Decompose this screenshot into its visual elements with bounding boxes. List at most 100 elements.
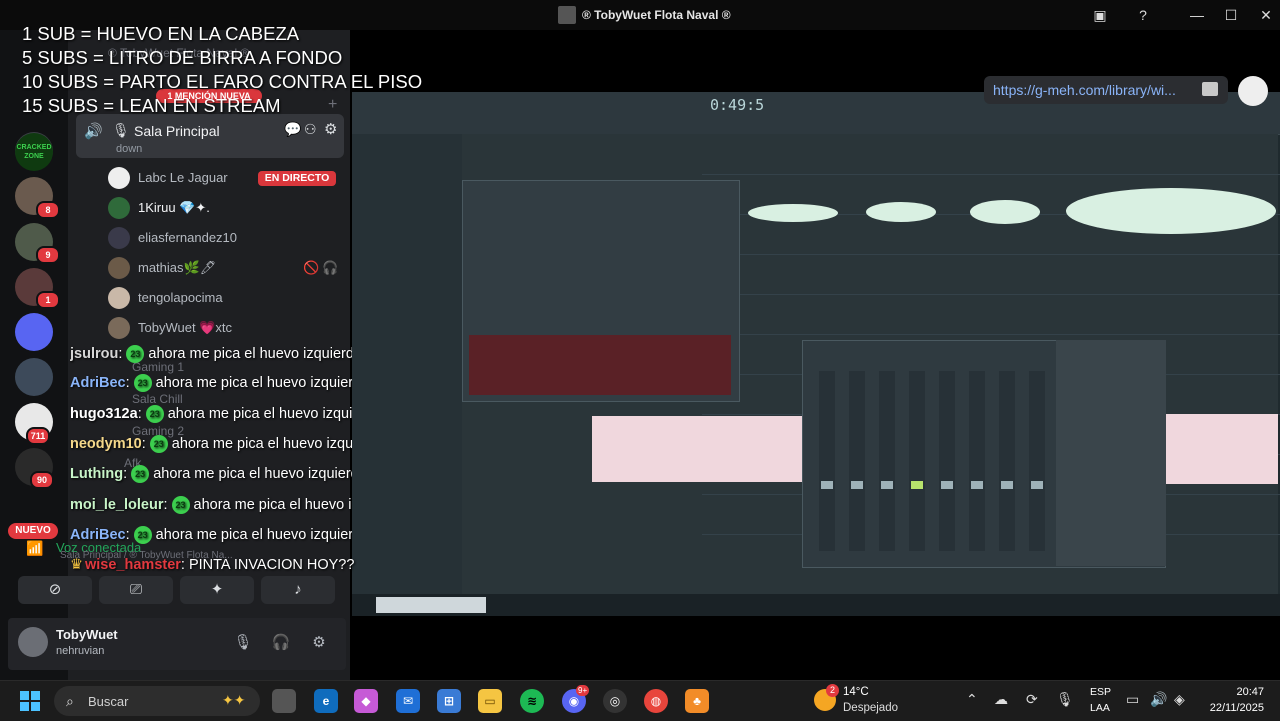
chat-user: neodym10 bbox=[70, 436, 142, 452]
avatar bbox=[108, 257, 130, 279]
mic-tray-icon[interactable]: 🎙 bbox=[1056, 691, 1074, 708]
emote-icon: 23 bbox=[126, 345, 145, 364]
url-text: https://g-meh.com/library/wi... bbox=[993, 82, 1176, 98]
emote-icon: 23 bbox=[149, 435, 168, 454]
voice-user-name: tengolapocima bbox=[138, 290, 223, 305]
fl-studio-icon[interactable]: ♣ bbox=[685, 689, 709, 713]
store-icon[interactable]: ⊞ bbox=[437, 689, 461, 713]
screen-share-button[interactable]: ⎚ bbox=[99, 576, 173, 604]
language-bottom[interactable]: LAA bbox=[1090, 702, 1110, 714]
server-badge: 711 bbox=[26, 427, 50, 445]
headphones-icon[interactable]: 🎧 bbox=[270, 632, 292, 654]
signal-icon: 📶 bbox=[26, 540, 44, 556]
audio-clip[interactable] bbox=[1066, 188, 1276, 234]
volume-icon[interactable]: 🔊 bbox=[1150, 691, 1167, 708]
crown-icon: ♛ bbox=[70, 557, 83, 573]
avatar[interactable] bbox=[18, 627, 48, 657]
user-panel: TobyWuet nehruvian 🎙 🎧 ⚙ bbox=[8, 618, 346, 670]
edge-icon[interactable]: e bbox=[314, 689, 338, 713]
emote-icon: 23 bbox=[145, 405, 164, 424]
voice-channel-sala-principal[interactable]: 🔊 🎙 Sala Principal down 💬 ⚇ ⚙ bbox=[76, 114, 344, 158]
server-icon[interactable] bbox=[15, 358, 53, 396]
audio-clip[interactable] bbox=[748, 204, 838, 222]
obs-taskbar-icon[interactable]: ◎ bbox=[603, 689, 627, 713]
language-top[interactable]: ESP bbox=[1090, 686, 1111, 698]
battery-icon[interactable]: ◈ bbox=[1174, 691, 1185, 708]
settings-icon[interactable]: ⚙ bbox=[324, 120, 337, 138]
network-icon[interactable]: ▭ bbox=[1126, 691, 1139, 708]
server-badge: 1 bbox=[36, 291, 60, 309]
maximize-button[interactable]: ☐ bbox=[1219, 4, 1243, 26]
image-icon[interactable] bbox=[1202, 82, 1218, 96]
copilot-sparkle-icon: ✦✦ bbox=[222, 692, 246, 708]
activities-button[interactable]: ✦ bbox=[180, 576, 254, 604]
voice-channel-sub: down bbox=[116, 143, 143, 155]
chat-icon[interactable]: 💬 bbox=[284, 121, 301, 138]
chat-user: AdriBec bbox=[70, 375, 126, 391]
clock-date[interactable]: 22/11/2025 bbox=[1200, 702, 1264, 714]
voice-user[interactable]: tengolapocima bbox=[108, 285, 348, 311]
fl-browser bbox=[352, 134, 462, 594]
fl-taskbar bbox=[352, 594, 1280, 616]
chat-user: moi_le_loleur bbox=[70, 497, 164, 513]
avatar bbox=[108, 287, 130, 309]
outlook-icon[interactable]: ✉ bbox=[396, 689, 420, 713]
search-icon: ⌕ bbox=[66, 693, 74, 709]
audio-clip[interactable] bbox=[1162, 414, 1278, 484]
chevron-up-icon[interactable]: ⌃ bbox=[966, 691, 978, 708]
spotify-icon[interactable]: ≋ bbox=[520, 689, 544, 713]
audio-clip[interactable] bbox=[970, 200, 1040, 224]
mic-icon: 🎙 bbox=[112, 122, 130, 138]
voice-user-name: mathias🌿🖊 bbox=[138, 260, 217, 275]
overlay-line: 1 SUB = HUEVO EN LA CABEZA bbox=[22, 23, 300, 44]
cloud-icon[interactable]: ☁ bbox=[994, 691, 1008, 708]
overlay-line: 15 SUBS = LEAN EN STREAM bbox=[22, 95, 281, 116]
voice-channel-name: Sala Principal bbox=[134, 123, 220, 139]
chat-text: ahora me pica el huevo izquierdo c bbox=[148, 346, 374, 362]
picture-in-picture-icon[interactable]: ▣ bbox=[1088, 4, 1112, 26]
chat-message: ♛ wise_hamster: PINTA INVACION HOY?? bbox=[70, 557, 355, 573]
voice-user-name: Labc Le Jaguar bbox=[138, 170, 228, 185]
fl-taskbar-item[interactable] bbox=[376, 597, 486, 613]
voice-user[interactable]: eliasfernandez10 bbox=[108, 225, 348, 251]
voice-user[interactable]: TobyWuet 💗xtc bbox=[108, 315, 348, 341]
audio-clip[interactable] bbox=[866, 202, 936, 222]
minimize-button[interactable]: — bbox=[1185, 4, 1209, 26]
taskbar: ⌕ Buscar ✦✦ e ◆ ✉ ⊞ ▭ ≋ ◉ 9+ ◎ ◍ ♣ 2 14°… bbox=[0, 680, 1280, 721]
windows-start-icon[interactable] bbox=[20, 691, 40, 711]
invite-icon[interactable]: ⚇ bbox=[304, 121, 317, 138]
chat-user: Luthing bbox=[70, 466, 124, 482]
obs-icon[interactable] bbox=[1238, 76, 1268, 106]
soundboard-button[interactable]: ♪ bbox=[261, 576, 335, 604]
chat-text: ahora me pica el huevo izquierd bbox=[167, 406, 374, 422]
server-badge: 9 bbox=[36, 246, 60, 264]
server-badge: 90 bbox=[30, 471, 54, 489]
server-icon[interactable] bbox=[15, 313, 53, 351]
taskbar-search[interactable]: ⌕ Buscar ✦✦ bbox=[54, 686, 260, 716]
server-badge: 8 bbox=[36, 201, 60, 219]
server-cracked-zone[interactable]: CRACKED ZONE bbox=[15, 133, 53, 171]
fl-plugin-window[interactable] bbox=[462, 180, 740, 402]
help-icon[interactable]: ? bbox=[1131, 4, 1155, 26]
chat-user: wise_hamster bbox=[85, 557, 181, 573]
chat-user: hugo312a bbox=[70, 406, 138, 422]
task-view-icon[interactable] bbox=[272, 689, 296, 713]
close-button[interactable]: ✕ bbox=[1254, 4, 1278, 26]
overlay-line: 5 SUBS = LITRO DE BIRRA A FONDO bbox=[22, 47, 343, 68]
stream-view[interactable]: 0:49:5 bbox=[352, 92, 1280, 616]
url-bar[interactable]: https://g-meh.com/library/wi... bbox=[984, 76, 1228, 104]
avatar bbox=[108, 227, 130, 249]
chrome-icon[interactable]: ◍ bbox=[644, 689, 668, 713]
chat-text: PINTA INVACION HOY?? bbox=[188, 557, 355, 573]
gear-icon[interactable]: ⚙ bbox=[308, 632, 330, 654]
weather-badge: 2 bbox=[826, 684, 839, 697]
file-explorer-icon[interactable]: ▭ bbox=[478, 689, 502, 713]
voice-user[interactable]: 1Kiruu 💎✦. bbox=[108, 195, 348, 221]
sync-icon[interactable]: ⟳ bbox=[1026, 691, 1038, 708]
audio-clip[interactable] bbox=[592, 416, 802, 482]
camera-off-button[interactable]: ⊘ bbox=[18, 576, 92, 604]
microphone-icon[interactable]: 🎙 bbox=[232, 632, 254, 654]
discord-badge: 9+ bbox=[576, 685, 590, 696]
clock-time[interactable]: 20:47 bbox=[1200, 686, 1264, 698]
copilot-icon[interactable]: ◆ bbox=[354, 689, 378, 713]
